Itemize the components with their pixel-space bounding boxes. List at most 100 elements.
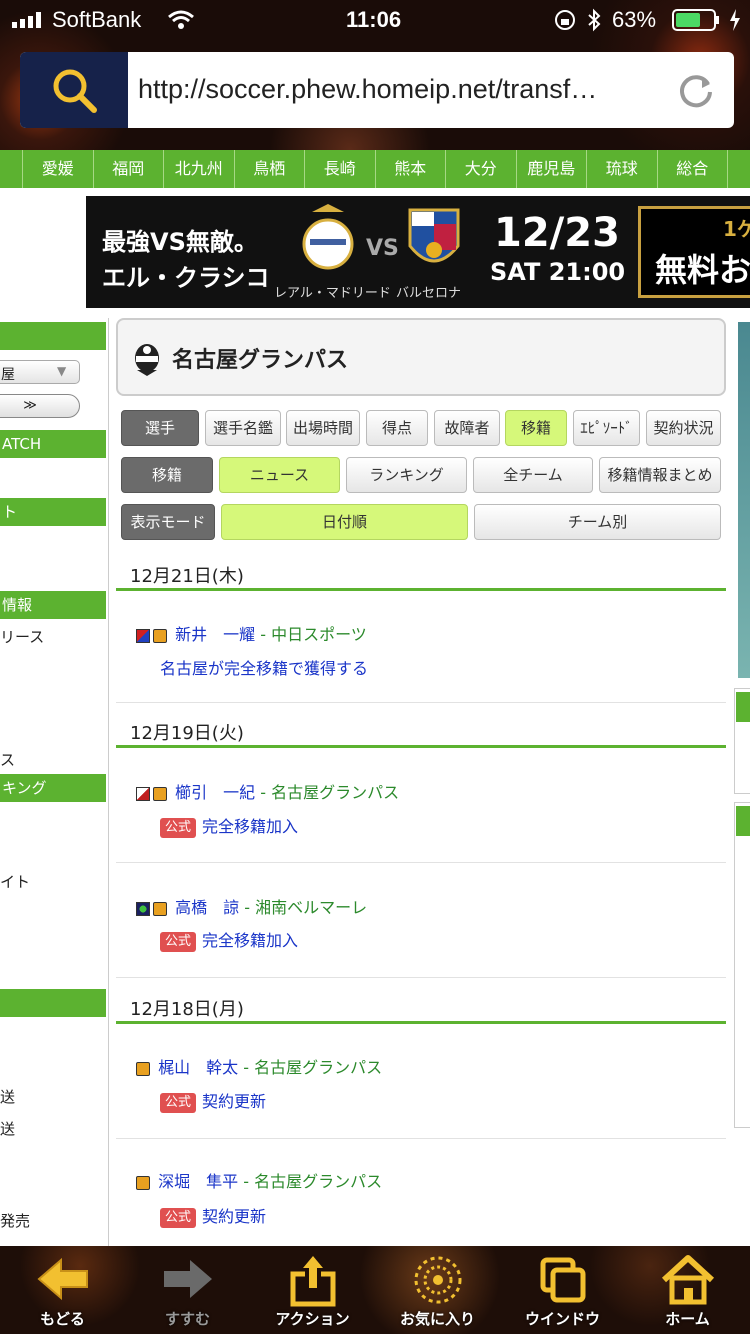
official-badge: 公式: [160, 1092, 197, 1113]
news-detail[interactable]: 公式 完全移籍加入: [160, 813, 298, 838]
dash: -: [255, 783, 272, 802]
source-name[interactable]: 名古屋グランパス: [254, 1058, 382, 1077]
source-name[interactable]: 名古屋グランパス: [254, 1172, 382, 1191]
news-item[interactable]: 新井 一耀 - 中日スポーツ: [136, 621, 367, 645]
news-item[interactable]: 深堀 隼平 - 名古屋グランパス: [136, 1168, 382, 1192]
favorites-button[interactable]: お気に入り: [375, 1246, 500, 1334]
region-link[interactable]: 大分: [445, 150, 516, 188]
news-detail-text[interactable]: 名古屋が完全移籍で獲得する: [160, 659, 368, 678]
url-bar[interactable]: http://soccer.phew.homeip.net/transf…: [20, 52, 734, 128]
tab-player-directory[interactable]: 選手名鑑: [205, 410, 281, 446]
tab-news[interactable]: ニュース: [219, 457, 340, 493]
right-ad-strip[interactable]: [738, 322, 750, 678]
sidebar-broadcast-link-1[interactable]: 送: [0, 1086, 15, 1107]
ad-banner[interactable]: 最強VS無敵。 エル・クラシコ VS レアル・マドリード バルセロナ 12/23…: [86, 196, 750, 308]
forward-button[interactable]: すすむ: [125, 1246, 250, 1334]
region-link[interactable]: 熊本: [374, 150, 446, 188]
action-button[interactable]: アクション: [250, 1246, 375, 1334]
team-badge-icon: [153, 901, 167, 916]
tab-contract-status[interactable]: 契約状況: [646, 410, 721, 446]
sidebar-select[interactable]: 屋 ▼: [0, 360, 80, 384]
tab-goals[interactable]: 得点: [366, 410, 428, 446]
display-mode-label: 表示モード: [121, 504, 215, 540]
sidebar-site-header[interactable]: ト: [0, 498, 106, 526]
sidebar-go-button[interactable]: ≫: [0, 394, 80, 418]
tab-transfer-summary[interactable]: 移籍情報まとめ: [599, 457, 721, 493]
sidebar-release-date-link[interactable]: 発売: [0, 1210, 30, 1231]
date-heading: 12月21日(木): [130, 566, 244, 587]
news-item[interactable]: 高橋 諒 - 湘南ベルマーレ: [136, 894, 367, 918]
tab-transfer[interactable]: 移籍: [505, 410, 567, 446]
region-link[interactable]: 鹿児島: [515, 150, 587, 188]
source-name[interactable]: 中日スポーツ: [271, 625, 367, 644]
tab-by-date[interactable]: 日付順: [221, 504, 468, 540]
dash: -: [255, 625, 272, 644]
home-icon: [661, 1255, 714, 1305]
separator: [116, 702, 726, 703]
sidebar-header: [0, 322, 106, 350]
player-name[interactable]: 櫛引 一紀: [175, 783, 255, 802]
reload-icon[interactable]: [676, 70, 716, 110]
banner-cta[interactable]: 1ケ 無料お: [638, 206, 750, 298]
tab-injuries[interactable]: 故障者: [434, 410, 500, 446]
region-link[interactable]: 長崎: [304, 150, 375, 188]
sidebar-info-header[interactable]: 情報: [0, 591, 106, 619]
url-text[interactable]: http://soccer.phew.homeip.net/transf…: [138, 74, 597, 105]
tab-player[interactable]: 選手: [121, 410, 199, 446]
news-detail[interactable]: 公式 契約更新: [160, 1203, 266, 1228]
window-button[interactable]: ウインドウ: [500, 1246, 625, 1334]
region-link[interactable]: 北九州: [163, 150, 234, 188]
home-button[interactable]: ホーム: [625, 1246, 750, 1334]
news-detail[interactable]: 名古屋が完全移籍で獲得する: [160, 655, 368, 679]
flag-icon: [136, 786, 150, 801]
sidebar-news-link[interactable]: ス: [0, 749, 15, 770]
team-badge-icon: [153, 786, 167, 801]
banner-cta-top: 1ケ: [723, 217, 750, 241]
flag-icon: [136, 901, 150, 916]
banner-headline-1: 最強VS無敵。: [102, 228, 258, 256]
sidebar-broadcast-link-2[interactable]: 送: [0, 1118, 15, 1139]
sidebar-site-link[interactable]: イト: [0, 871, 30, 892]
news-detail[interactable]: 公式 完全移籍加入: [160, 927, 298, 952]
official-badge: 公式: [160, 931, 197, 952]
news-item[interactable]: 櫛引 一紀 - 名古屋グランパス: [136, 779, 399, 803]
flag-icon: [136, 628, 150, 643]
news-detail-text[interactable]: 契約更新: [202, 1092, 266, 1111]
search-button[interactable]: [20, 52, 128, 128]
region-link[interactable]: 愛媛: [22, 150, 93, 188]
banner-team2: バルセロナ: [396, 286, 462, 301]
region-link[interactable]: 福岡: [92, 150, 164, 188]
player-name[interactable]: 高橋 諒: [175, 898, 239, 917]
region-link[interactable]: 代: [727, 150, 750, 188]
sidebar-match-header[interactable]: ATCH: [0, 430, 106, 458]
news-detail[interactable]: 公式 契約更新: [160, 1088, 266, 1113]
dash: -: [239, 898, 256, 917]
player-name[interactable]: 梶山 幹太: [158, 1058, 238, 1077]
region-link[interactable]: 総合: [656, 150, 728, 188]
sidebar-release-link[interactable]: リース: [0, 626, 44, 647]
source-name[interactable]: 湘南ベルマーレ: [255, 898, 367, 917]
news-detail-text[interactable]: 完全移籍加入: [202, 817, 298, 836]
player-name[interactable]: 新井 一耀: [175, 625, 255, 644]
tab-episode[interactable]: ｴﾋﾟｿｰﾄﾞ: [573, 410, 640, 446]
news-detail-text[interactable]: 完全移籍加入: [202, 931, 298, 950]
sidebar-section-header: [0, 989, 106, 1017]
tab-ranking[interactable]: ランキング: [346, 457, 467, 493]
region-link[interactable]: 鳥栖: [233, 150, 305, 188]
sidebar-ranking-header[interactable]: キング: [0, 774, 106, 802]
tab-playing-time[interactable]: 出場時間: [286, 410, 360, 446]
player-name[interactable]: 深堀 隼平: [158, 1172, 238, 1191]
back-button[interactable]: もどる: [0, 1246, 125, 1334]
action-label: アクション: [275, 1310, 350, 1328]
official-badge: 公式: [160, 817, 197, 838]
news-item[interactable]: 梶山 幹太 - 名古屋グランパス: [136, 1054, 382, 1078]
signal-icon: [12, 12, 48, 28]
banner-time: SAT 21:00: [490, 258, 626, 286]
right-box-header: [736, 806, 750, 836]
tab-all-teams[interactable]: 全チーム: [473, 457, 593, 493]
official-badge: 公式: [160, 1207, 197, 1228]
source-name[interactable]: 名古屋グランパス: [271, 783, 399, 802]
tab-by-team[interactable]: チーム別: [474, 504, 721, 540]
region-link[interactable]: 琉球: [586, 150, 657, 188]
news-detail-text[interactable]: 契約更新: [202, 1207, 266, 1226]
